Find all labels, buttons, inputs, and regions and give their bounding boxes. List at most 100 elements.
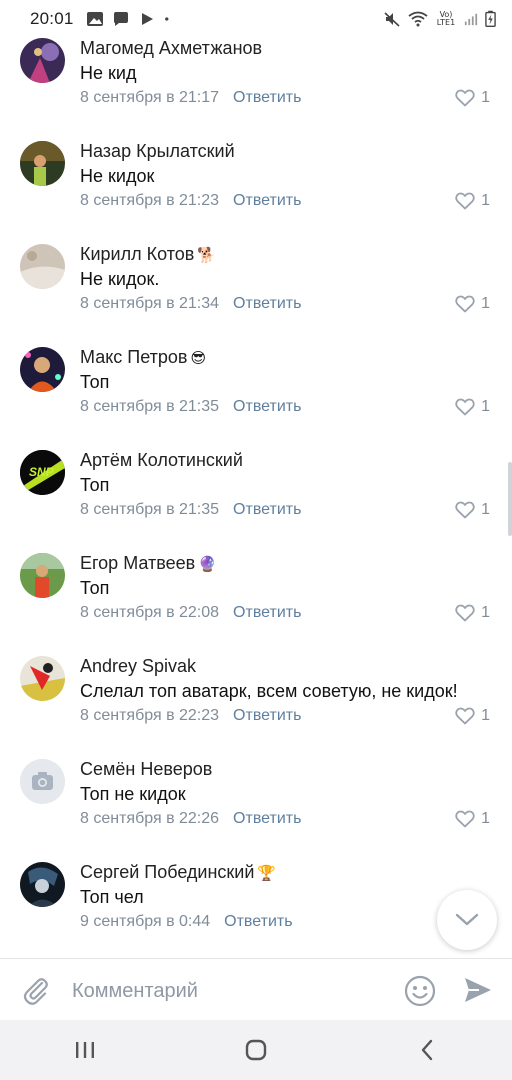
reply-button[interactable]: Ответить (233, 501, 301, 519)
network-label: Vo) LTE1 (436, 10, 456, 27)
like-button[interactable]: 1 (455, 398, 490, 416)
heart-icon (455, 707, 475, 725)
like-button[interactable]: 1 (455, 707, 490, 725)
heart-icon (455, 398, 475, 416)
comment-text: Не кидок (80, 166, 155, 186)
signal-icon (464, 13, 478, 26)
message-notification-icon (113, 12, 128, 26)
like-count: 1 (481, 501, 490, 518)
heart-icon (455, 501, 475, 519)
heart-icon (455, 604, 475, 622)
like-button[interactable]: 1 (455, 89, 490, 107)
comment-input[interactable] (72, 977, 382, 1005)
battery-charging-icon (485, 10, 496, 28)
avatar[interactable] (20, 656, 65, 701)
comment-text: Слелал топ аватарк, всем советую, не кид… (80, 681, 458, 701)
comment-author[interactable]: Егор Матвеев 🔮 (80, 553, 217, 574)
comment-date: 8 сентября в 21:35 (80, 398, 220, 415)
status-time: 20:01 (30, 9, 74, 28)
name-emoji: 😎 (190, 350, 207, 367)
status-bar: 20:01 Vo) LTE1 (0, 0, 512, 38)
mute-icon (384, 12, 400, 27)
comment-date: 8 сентября в 22:23 (80, 707, 220, 724)
avatar[interactable] (20, 38, 65, 83)
scrollbar-thumb[interactable] (508, 462, 512, 536)
like-button[interactable]: 1 (455, 295, 490, 313)
comment-author[interactable]: Макс Петров 😎 (80, 347, 206, 368)
like-button[interactable]: 1 (455, 192, 490, 210)
comment-item: Семён Неверов Топ не кидок 8 сентября в … (0, 759, 512, 862)
comment-item: Егор Матвеев 🔮 Топ 8 сентября в 22:08 Отв… (0, 553, 512, 656)
comment-date: 8 сентября в 21:17 (80, 89, 220, 106)
reply-button[interactable]: Ответить (224, 913, 292, 931)
attach-icon[interactable] (20, 974, 52, 1006)
send-icon[interactable] (462, 974, 494, 1006)
wifi-icon (408, 11, 428, 27)
avatar[interactable] (20, 141, 65, 186)
comment-item: Сергей Побединский 🏆 Топ чел 9 сентября в… (0, 862, 512, 958)
reply-button[interactable]: Ответить (233, 707, 301, 725)
name-emoji: 🔮 (198, 556, 217, 573)
comment-author[interactable]: Магомед Ахметжанов (80, 38, 262, 59)
reply-button[interactable]: Ответить (233, 192, 301, 210)
heart-icon (455, 192, 475, 210)
comment-date: 8 сентября в 21:23 (80, 192, 220, 209)
comment-author[interactable]: Семён Неверов (80, 759, 212, 780)
emoji-icon[interactable] (403, 974, 437, 1008)
reply-button[interactable]: Ответить (233, 89, 301, 107)
comment-item: Andrey Spivak Слелал топ аватарк, всем с… (0, 656, 512, 759)
comment-meta: 8 сентября в 22:23 Ответить (80, 707, 301, 725)
reply-button[interactable]: Ответить (233, 398, 301, 416)
comments-list: Магомед Ахметжанов Не кид 8 сентября в 2… (0, 38, 512, 958)
like-count: 1 (481, 707, 490, 724)
comment-meta: 9 сентября в 0:44 Ответить (80, 913, 293, 931)
recent-apps-icon (76, 1042, 95, 1058)
like-count: 1 (481, 295, 490, 312)
comment-author[interactable]: Артём Колотинский (80, 450, 243, 471)
home-button[interactable] (226, 1028, 286, 1072)
comment-date: 8 сентября в 21:35 (80, 501, 220, 518)
avatar-logo-text: SNP (29, 465, 54, 479)
reply-button[interactable]: Ответить (233, 810, 301, 828)
avatar[interactable] (20, 244, 65, 289)
reply-button[interactable]: Ответить (233, 604, 301, 622)
comment-item: SNP Артём Колотинский Топ 8 сентября в 2… (0, 450, 512, 553)
comment-text: Топ не кидок (80, 784, 186, 804)
comment-text: Топ (80, 578, 110, 598)
home-icon (245, 1039, 267, 1061)
like-button[interactable]: 1 (455, 604, 490, 622)
like-count: 1 (481, 192, 490, 209)
comment-meta: 8 сентября в 22:26 Ответить (80, 810, 301, 828)
comment-composer (0, 958, 512, 1020)
comment-author[interactable]: Andrey Spivak (80, 656, 196, 677)
scroll-down-button[interactable] (437, 890, 497, 950)
heart-icon (455, 295, 475, 313)
name-emoji: 🏆 (257, 865, 277, 882)
comment-meta: 8 сентября в 21:23 Ответить (80, 192, 301, 210)
like-button[interactable]: 1 (455, 501, 490, 519)
comment-date: 9 сентября в 0:44 (80, 913, 211, 930)
avatar[interactable]: SNP (20, 450, 65, 495)
avatar[interactable] (20, 862, 65, 907)
back-icon (421, 1039, 432, 1061)
comment-meta: 8 сентября в 21:35 Ответить (80, 398, 301, 416)
comment-author[interactable]: Сергей Побединский 🏆 (80, 862, 276, 883)
chevron-down-icon (455, 913, 479, 926)
like-button[interactable]: 1 (455, 810, 490, 828)
recent-apps-button[interactable] (55, 1028, 115, 1072)
avatar[interactable] (20, 759, 65, 804)
reply-button[interactable]: Ответить (233, 295, 301, 313)
comment-meta: 8 сентября в 21:34 Ответить (80, 295, 301, 313)
comment-text: Топ (80, 372, 110, 392)
comment-author[interactable]: Кирилл Котов 🐕 (80, 244, 216, 265)
comment-text: Топ чел (80, 887, 144, 907)
heart-icon (455, 810, 475, 828)
comment-author[interactable]: Назар Крылатский (80, 141, 235, 162)
like-count: 1 (481, 810, 490, 827)
comment-item: Кирилл Котов 🐕 Не кидок. 8 сентября в 21:… (0, 244, 512, 347)
comment-text: Не кидок. (80, 269, 160, 289)
back-button[interactable] (397, 1028, 457, 1072)
avatar[interactable] (20, 347, 65, 392)
comment-item: Магомед Ахметжанов Не кид 8 сентября в 2… (0, 38, 512, 141)
avatar[interactable] (20, 553, 65, 598)
